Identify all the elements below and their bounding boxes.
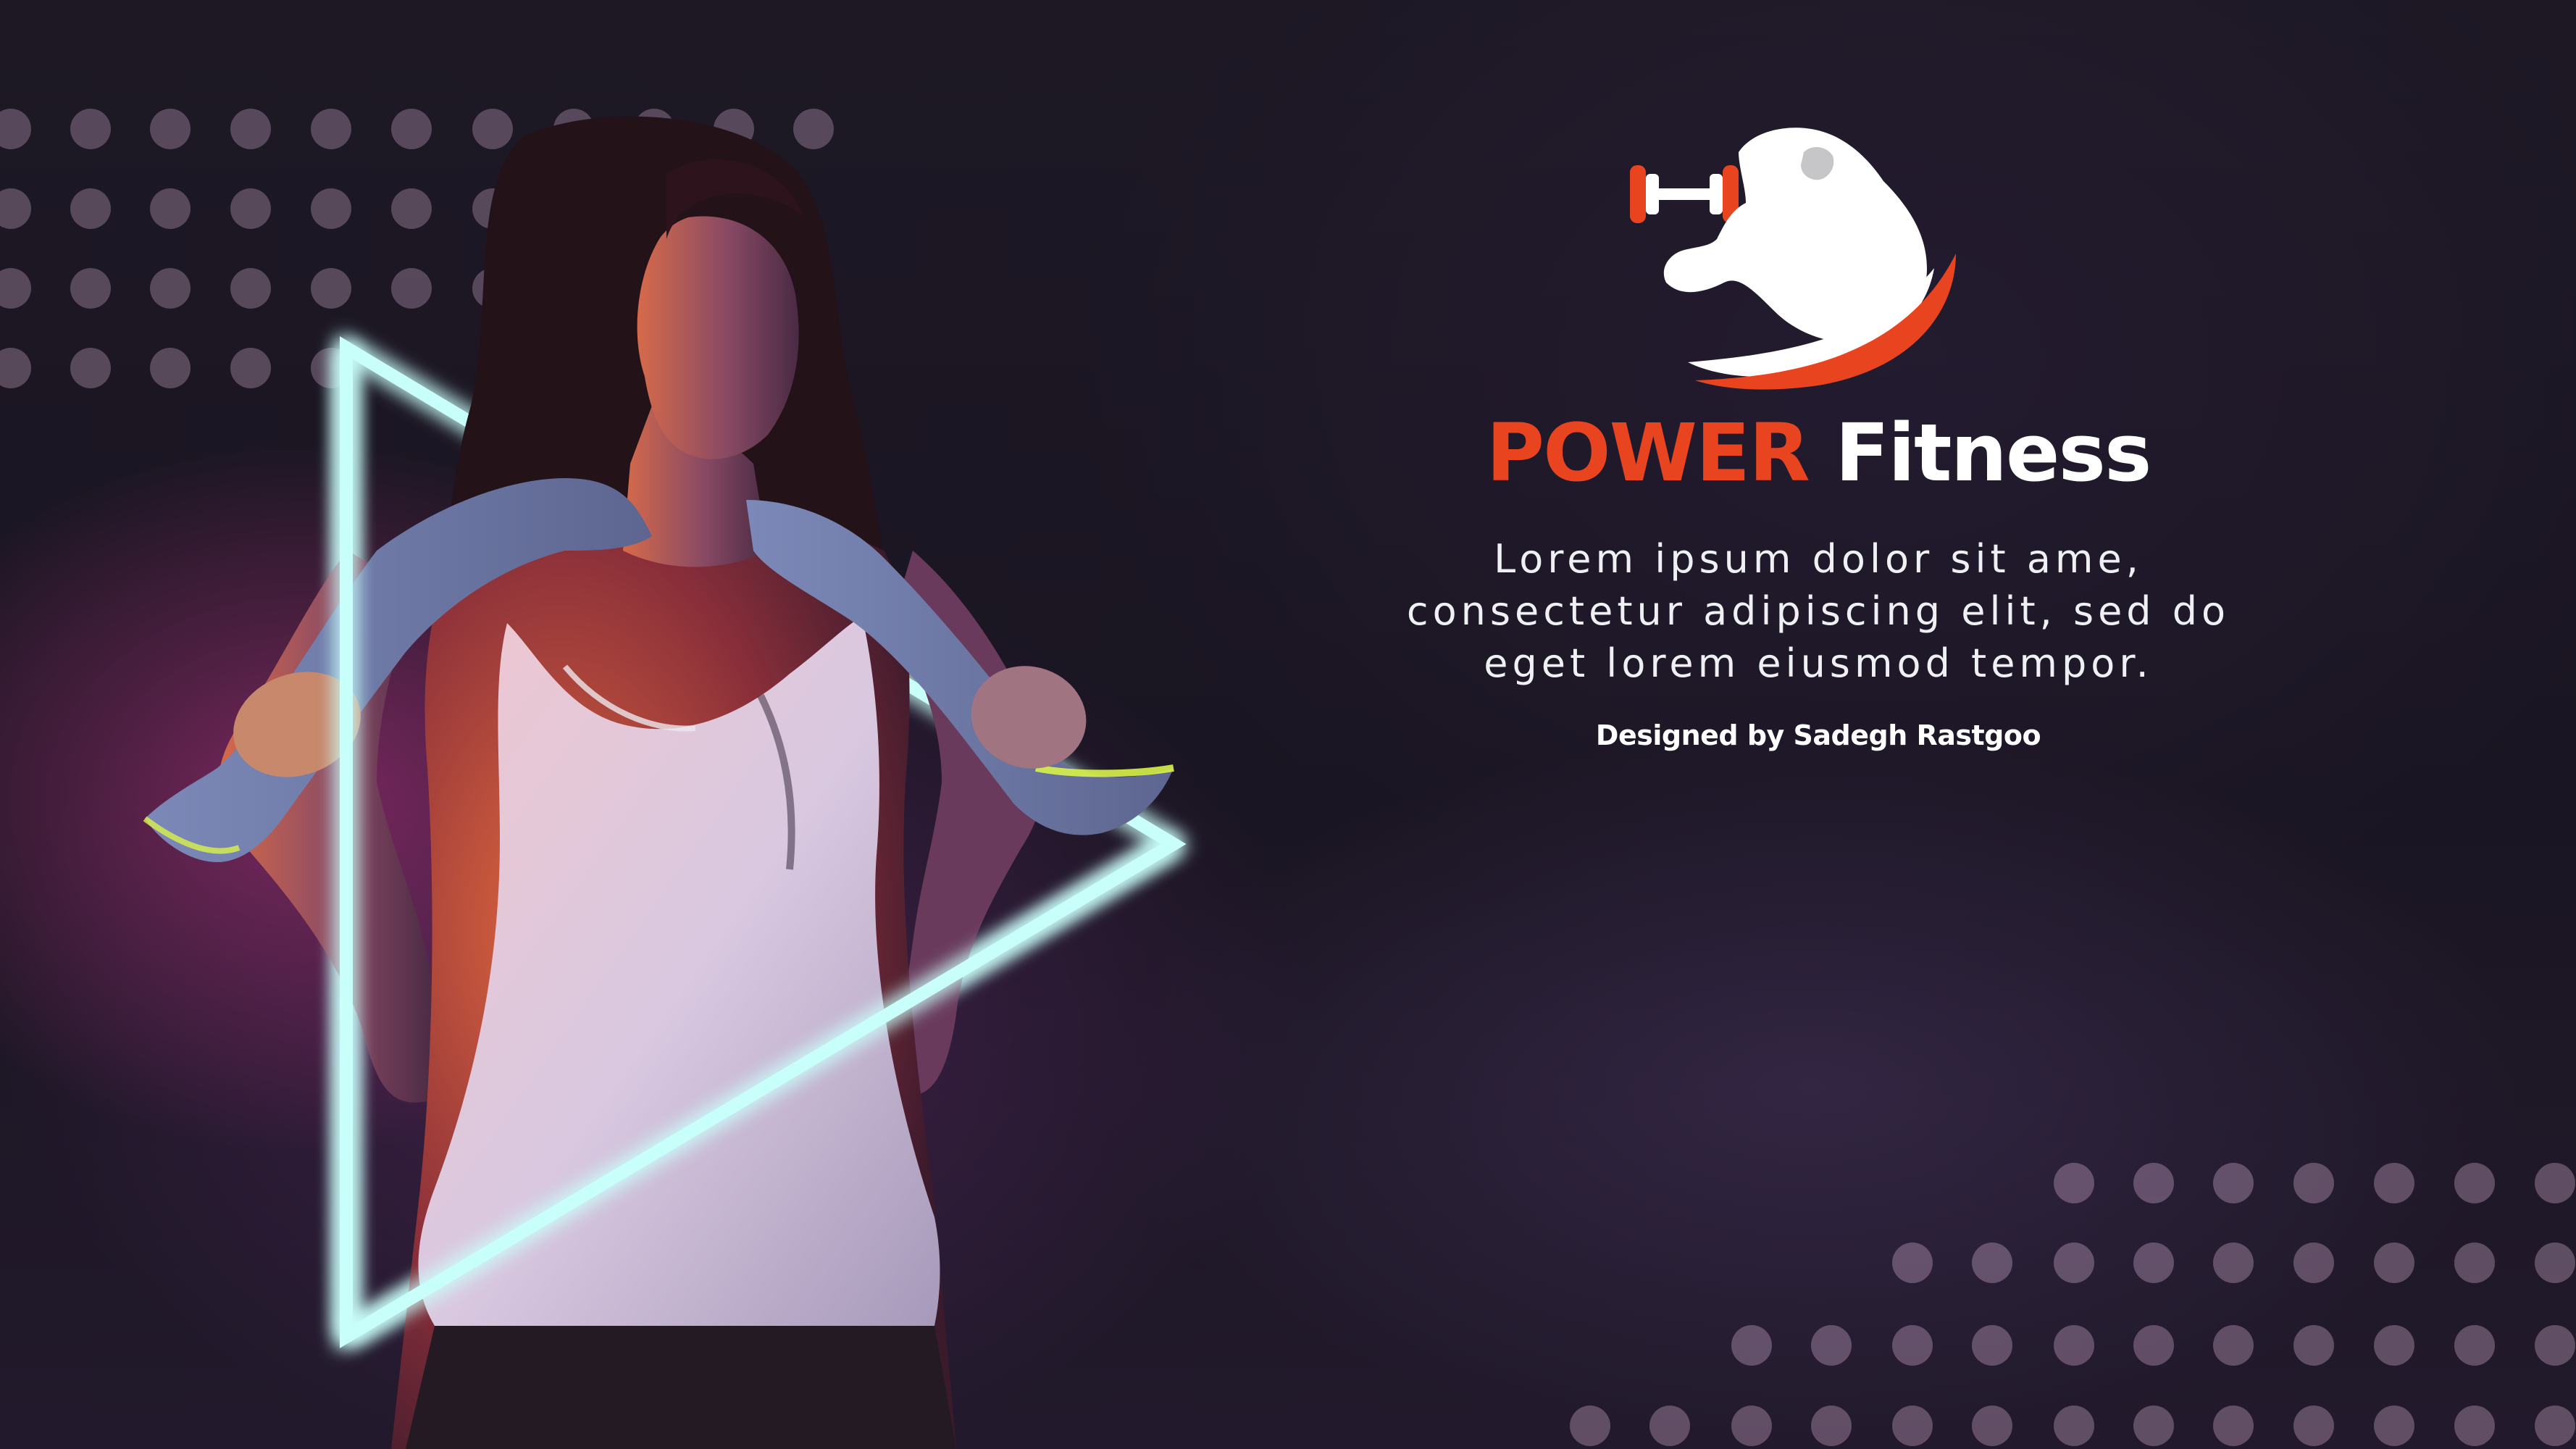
- description: Lorem ipsum dolor sit ame, consectetur a…: [1347, 533, 2289, 690]
- title-main: Fitness: [1835, 406, 2151, 499]
- description-line: eget lorem eiusmod tempor.: [1484, 640, 2153, 686]
- description-line: Lorem ipsum dolor sit ame,: [1494, 536, 2143, 582]
- face: [637, 216, 799, 459]
- page-title: POWER Fitness: [1347, 413, 2289, 493]
- description-line: consectetur adipiscing elit, sed do: [1406, 588, 2230, 634]
- brand-block: POWER Fitness Lorem ipsum dolor sit ame,…: [1347, 123, 2289, 775]
- dot-grid-bottom-right: [1570, 1163, 2575, 1446]
- bodybuilder-dumbbell-logo-icon: [1630, 128, 1956, 390]
- designer-credit: Designed by Sadegh Rastgoo: [1595, 719, 2041, 751]
- hero-photo: [143, 116, 1187, 1449]
- title-accent: POWER: [1486, 406, 1810, 499]
